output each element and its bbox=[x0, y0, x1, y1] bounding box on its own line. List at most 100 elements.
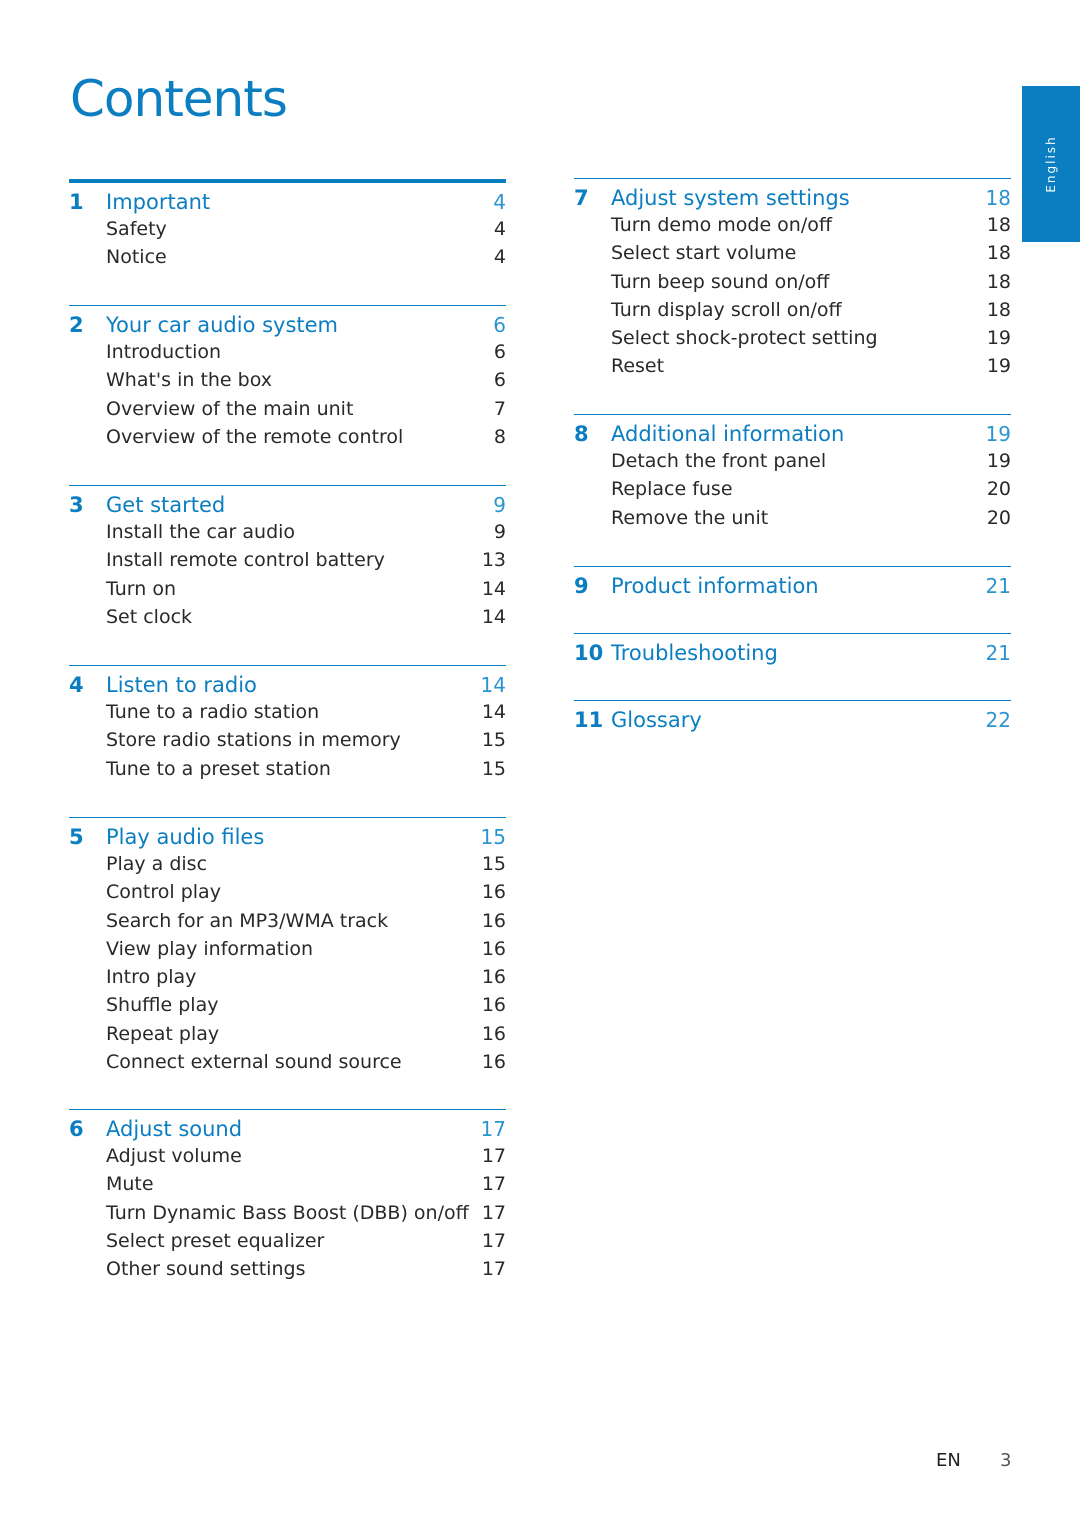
toc-entry[interactable]: Remove the unit 20 bbox=[574, 507, 1011, 535]
entry-label[interactable]: Set clock bbox=[106, 606, 476, 628]
section-title[interactable]: Your car audio system bbox=[106, 313, 476, 337]
section-heading[interactable]: 3 Get started 9 bbox=[69, 493, 506, 521]
section-title[interactable]: Important bbox=[106, 190, 476, 214]
section-title[interactable]: Listen to radio bbox=[106, 673, 476, 697]
entry-label[interactable]: What's in the box bbox=[106, 369, 476, 391]
entry-label[interactable]: View play information bbox=[106, 938, 476, 960]
entry-label[interactable]: Turn Dynamic Bass Boost (DBB) on/off bbox=[106, 1202, 476, 1224]
toc-entry[interactable]: Select shock-protect setting 19 bbox=[574, 327, 1011, 355]
entry-label[interactable]: Remove the unit bbox=[611, 507, 981, 529]
entry-label[interactable]: Control play bbox=[106, 881, 476, 903]
section-heading[interactable]: 11 Glossary 22 bbox=[574, 708, 1011, 736]
entry-label[interactable]: Shuffle play bbox=[106, 994, 476, 1016]
entry-label[interactable]: Overview of the remote control bbox=[106, 426, 476, 448]
entry-label[interactable]: Repeat play bbox=[106, 1023, 476, 1045]
entry-label[interactable]: Select start volume bbox=[611, 242, 981, 264]
entry-label[interactable]: Reset bbox=[611, 355, 981, 377]
section-title[interactable]: Troubleshooting bbox=[611, 641, 981, 665]
entry-label[interactable]: Mute bbox=[106, 1173, 476, 1195]
toc-entry[interactable]: Select start volume 18 bbox=[574, 242, 1011, 270]
toc-entry[interactable]: Store radio stations in memory 15 bbox=[69, 729, 506, 757]
entry-label[interactable]: Turn display scroll on/off bbox=[611, 299, 981, 321]
section-heading[interactable]: 5 Play audio files 15 bbox=[69, 825, 506, 853]
entry-label[interactable]: Turn demo mode on/off bbox=[611, 214, 981, 236]
toc-entry[interactable]: Notice 4 bbox=[69, 246, 506, 274]
entry-label[interactable]: Other sound settings bbox=[106, 1258, 476, 1280]
toc-entry[interactable]: Tune to a radio station 14 bbox=[69, 701, 506, 729]
toc-entry[interactable]: Connect external sound source 16 bbox=[69, 1051, 506, 1079]
toc-entry[interactable]: Safety 4 bbox=[69, 218, 506, 246]
toc-entry[interactable]: Select preset equalizer 17 bbox=[69, 1230, 506, 1258]
toc-entry[interactable]: Set clock 14 bbox=[69, 606, 506, 634]
section-title[interactable]: Play audio files bbox=[106, 825, 476, 849]
toc-entry[interactable]: View play information 16 bbox=[69, 938, 506, 966]
toc-entry[interactable]: Tune to a preset station 15 bbox=[69, 758, 506, 786]
entry-label[interactable]: Turn beep sound on/off bbox=[611, 271, 981, 293]
toc-entry[interactable]: Mute 17 bbox=[69, 1173, 506, 1201]
entry-label[interactable]: Introduction bbox=[106, 341, 476, 363]
section-heading[interactable]: 9 Product information 21 bbox=[574, 574, 1011, 602]
entry-label[interactable]: Turn on bbox=[106, 578, 476, 600]
toc-entry[interactable]: Control play 16 bbox=[69, 881, 506, 909]
entry-label[interactable]: Play a disc bbox=[106, 853, 476, 875]
entry-label[interactable]: Install the car audio bbox=[106, 521, 476, 543]
toc-entry[interactable]: Adjust volume 17 bbox=[69, 1145, 506, 1173]
toc-entry[interactable]: Shuffle play 16 bbox=[69, 994, 506, 1022]
entry-page: 16 bbox=[481, 937, 506, 960]
toc-entry[interactable]: Reset 19 bbox=[574, 355, 1011, 383]
entry-label[interactable]: Safety bbox=[106, 218, 476, 240]
section-divider bbox=[574, 633, 1011, 634]
entry-label[interactable]: Select shock-protect setting bbox=[611, 327, 981, 349]
toc-entry[interactable]: Turn beep sound on/off 18 bbox=[574, 271, 1011, 299]
section-heading[interactable]: 6 Adjust sound 17 bbox=[69, 1117, 506, 1145]
section-title[interactable]: Adjust sound bbox=[106, 1117, 476, 1141]
toc-entry[interactable]: Turn Dynamic Bass Boost (DBB) on/off 17 bbox=[69, 1202, 506, 1230]
section-heading[interactable]: 4 Listen to radio 14 bbox=[69, 673, 506, 701]
entry-label[interactable]: Tune to a preset station bbox=[106, 758, 476, 780]
toc-entry[interactable]: Play a disc 15 bbox=[69, 853, 506, 881]
toc-entry[interactable]: Turn on 14 bbox=[69, 578, 506, 606]
entry-label[interactable]: Install remote control battery bbox=[106, 549, 476, 571]
entry-label[interactable]: Adjust volume bbox=[106, 1145, 476, 1167]
entry-label[interactable]: Intro play bbox=[106, 966, 476, 988]
entry-label[interactable]: Detach the front panel bbox=[611, 450, 981, 472]
toc-entry[interactable]: Overview of the remote control 8 bbox=[69, 426, 506, 454]
section-number: 3 bbox=[69, 493, 84, 517]
entry-page: 15 bbox=[481, 757, 506, 780]
toc-entry[interactable]: Replace fuse 20 bbox=[574, 478, 1011, 506]
entry-page: 17 bbox=[481, 1258, 506, 1281]
toc-entry[interactable]: Introduction 6 bbox=[69, 341, 506, 369]
section-heading[interactable]: 8 Additional information 19 bbox=[574, 422, 1011, 450]
section-heading[interactable]: 1 Important 4 bbox=[69, 190, 506, 218]
toc-entry[interactable]: Detach the front panel 19 bbox=[574, 450, 1011, 478]
entry-page: 20 bbox=[986, 506, 1011, 529]
entry-label[interactable]: Select preset equalizer bbox=[106, 1230, 476, 1252]
entry-label[interactable]: Overview of the main unit bbox=[106, 398, 476, 420]
toc-entry[interactable]: Other sound settings 17 bbox=[69, 1258, 506, 1286]
section-heading[interactable]: 10 Troubleshooting 21 bbox=[574, 641, 1011, 669]
entry-label[interactable]: Tune to a radio station bbox=[106, 701, 476, 723]
toc-entry[interactable]: Repeat play 16 bbox=[69, 1023, 506, 1051]
entry-label[interactable]: Search for an MP3/WMA track bbox=[106, 910, 476, 932]
section-title[interactable]: Product information bbox=[611, 574, 981, 598]
toc-entry[interactable]: Install remote control battery 13 bbox=[69, 549, 506, 577]
section-title[interactable]: Glossary bbox=[611, 708, 981, 732]
toc-entry[interactable]: Search for an MP3/WMA track 16 bbox=[69, 910, 506, 938]
toc-entry[interactable]: Overview of the main unit 7 bbox=[69, 398, 506, 426]
section-title[interactable]: Get started bbox=[106, 493, 476, 517]
entry-label[interactable]: Store radio stations in memory bbox=[106, 729, 476, 751]
toc-section: 10 Troubleshooting 21 bbox=[574, 633, 1011, 669]
section-title[interactable]: Additional information bbox=[611, 422, 981, 446]
entry-label[interactable]: Notice bbox=[106, 246, 476, 268]
section-heading[interactable]: 7 Adjust system settings 18 bbox=[574, 186, 1011, 214]
entry-label[interactable]: Connect external sound source bbox=[106, 1051, 476, 1073]
toc-entry[interactable]: Turn display scroll on/off 18 bbox=[574, 299, 1011, 327]
toc-entry[interactable]: Install the car audio 9 bbox=[69, 521, 506, 549]
toc-entry[interactable]: Turn demo mode on/off 18 bbox=[574, 214, 1011, 242]
section-title[interactable]: Adjust system settings bbox=[611, 186, 981, 210]
section-heading[interactable]: 2 Your car audio system 6 bbox=[69, 313, 506, 341]
toc-entry[interactable]: Intro play 16 bbox=[69, 966, 506, 994]
toc-entry[interactable]: What's in the box 6 bbox=[69, 369, 506, 397]
page-footer: EN 3 bbox=[936, 1450, 1011, 1471]
entry-label[interactable]: Replace fuse bbox=[611, 478, 981, 500]
